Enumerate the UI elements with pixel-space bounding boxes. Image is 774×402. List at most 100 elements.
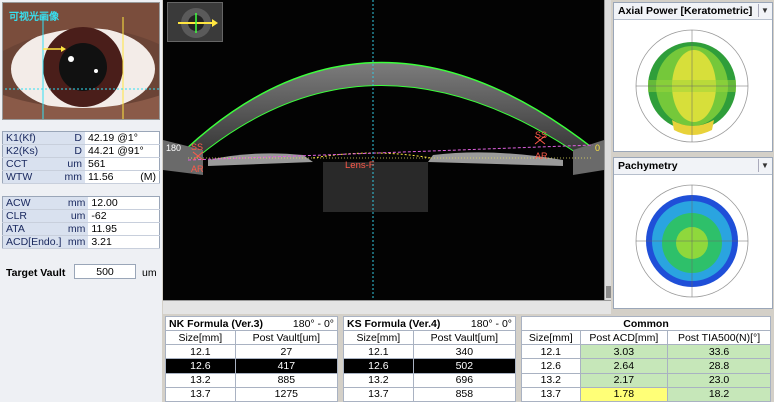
size-cell: 13.2 — [165, 372, 236, 388]
target-vault-label: Target Vault — [6, 267, 66, 279]
measure-key: K2(Ks) — [2, 144, 61, 158]
scrollbar-thumb[interactable] — [606, 286, 611, 298]
size-cell: 13.2 — [343, 372, 414, 388]
post-tia-cell: 18.2 — [667, 386, 771, 402]
table-row[interactable]: 13.2 696 — [343, 372, 517, 388]
target-vault-unit: um — [142, 267, 157, 279]
measure-value-cell: 11.56 (M) — [85, 170, 160, 184]
measure-unit: mm — [64, 235, 89, 249]
post-tia-cell: 33.6 — [667, 344, 771, 360]
column-header: Size[mm] — [165, 330, 236, 346]
oct-vertical-scrollbar[interactable] — [604, 0, 611, 300]
axial-power-map-header[interactable]: Axial Power [Keratometric] ▼ — [614, 3, 772, 20]
column-header: Post Vault[um] — [412, 330, 517, 346]
measure-unit: mm — [64, 196, 89, 210]
eye-photo[interactable]: 可视光画像 — [2, 2, 160, 120]
measure-value: 44.21 @91° — [85, 144, 160, 158]
pachymetry-map-header[interactable]: Pachymetry ▼ — [614, 158, 772, 175]
keratometry-table: K1(Kf) D 42.19 @1° K2(Ks) D 44.21 @91° C… — [2, 131, 160, 184]
column-header: Size[mm] — [521, 330, 581, 346]
scleral-spur-left-label: SS — [191, 142, 204, 152]
measurement-row: WTW mm 11.56 (M) — [2, 170, 160, 184]
nk-formula-table: NK Formula (Ver.3) 180° - 0° Size[mm] Po… — [165, 315, 339, 402]
target-vault-input[interactable] — [74, 264, 136, 279]
size-cell: 13.7 — [343, 386, 414, 402]
measure-key: WTW — [2, 170, 61, 184]
table-row[interactable]: 13.7 1.78 18.2 — [521, 386, 771, 402]
pachymetry-map[interactable] — [614, 175, 772, 307]
ks-formula-table: KS Formula (Ver.4) 180° - 0° Size[mm] Po… — [343, 315, 517, 402]
oct-horizontal-scrollbar[interactable] — [163, 300, 611, 314]
measure-key: ACD[Endo.] — [2, 235, 65, 249]
axial-power-map-title: Axial Power [Keratometric] — [618, 5, 753, 17]
column-header: Post Vault[um] — [234, 330, 339, 346]
vault-cell: 858 — [412, 386, 517, 402]
vault-cell: 340 — [412, 344, 517, 360]
measurement-row: ATA mm 11.95 — [2, 222, 160, 236]
size-cell: 12.1 — [343, 344, 414, 360]
measure-value: -62 — [88, 209, 160, 223]
measure-value: 11.56 — [88, 171, 114, 183]
measurement-row: K1(Kf) D 42.19 @1° — [2, 131, 160, 145]
nk-formula-title: NK Formula (Ver.3) — [169, 317, 263, 330]
common-title: Common — [521, 315, 771, 332]
measure-unit: mm — [60, 170, 85, 184]
measure-key: K1(Kf) — [2, 131, 61, 145]
size-cell: 12.6 — [521, 358, 581, 374]
vault-cell: 502 — [412, 358, 517, 374]
table-row-selected[interactable]: 12.6 502 — [343, 358, 517, 374]
target-vault-group: Target Vault um — [4, 264, 160, 280]
size-cell: 12.1 — [521, 344, 581, 360]
pachymetry-map-title: Pachymetry — [618, 160, 678, 172]
vault-cell: 1275 — [234, 386, 339, 402]
measure-value: 42.19 @1° — [85, 131, 160, 145]
measurement-row: CCT um 561 — [2, 157, 160, 171]
scleral-spur-right-label: SS — [535, 130, 548, 140]
column-header: Post TIA500(N)[°] — [667, 330, 771, 346]
measure-unit: D — [60, 131, 85, 145]
measurement-row: ACD[Endo.] mm 3.21 — [2, 235, 160, 249]
axial-power-map[interactable] — [614, 20, 772, 150]
measure-unit: mm — [64, 222, 89, 236]
pachymetry-map-panel: Pachymetry ▼ — [613, 157, 773, 309]
table-row-selected[interactable]: 12.6 417 — [165, 358, 339, 374]
nk-formula-angle: 180° - 0° — [292, 317, 334, 330]
table-row[interactable]: 13.2 2.17 23.0 — [521, 372, 771, 388]
measure-unit: um — [64, 209, 89, 223]
angle-recess-right-label: AR — [535, 151, 548, 161]
oct-cross-section[interactable]: 180 0 SS AR SS AR Lens-F — [163, 0, 604, 300]
table-row[interactable]: 13.2 885 — [165, 372, 339, 388]
measurement-row: ACW mm 12.00 — [2, 196, 160, 210]
ks-formula-title-cell: KS Formula (Ver.4) 180° - 0° — [343, 315, 516, 332]
measure-key: CCT — [2, 157, 61, 171]
measure-key: ACW — [2, 196, 65, 210]
size-cell: 12.6 — [165, 358, 236, 374]
column-header: Size[mm] — [343, 330, 414, 346]
table-row[interactable]: 13.7 858 — [343, 386, 517, 402]
measure-value: 11.95 — [88, 222, 160, 236]
scan-direction-thumbnail[interactable] — [167, 2, 223, 42]
table-row[interactable]: 12.6 2.64 28.8 — [521, 358, 771, 374]
left-meridian-tick: 180 — [166, 143, 182, 153]
table-row[interactable]: 13.7 1275 — [165, 386, 339, 402]
ks-formula-title: KS Formula (Ver.4) — [347, 317, 441, 330]
measure-value: 3.21 — [88, 235, 160, 249]
vault-cell: 417 — [234, 358, 339, 374]
table-row[interactable]: 12.1 27 — [165, 344, 339, 360]
anterior-chamber-table: ACW mm 12.00 CLR um -62 ATA mm 11.95 ACD… — [2, 196, 160, 249]
vault-cell: 696 — [412, 372, 517, 388]
table-row[interactable]: 12.1 340 — [343, 344, 517, 360]
manual-flag: (M) — [140, 171, 156, 183]
size-cell: 12.6 — [343, 358, 414, 374]
table-row[interactable]: 12.1 3.03 33.6 — [521, 344, 771, 360]
size-cell: 13.7 — [165, 386, 236, 402]
measurement-row: K2(Ks) D 44.21 @91° — [2, 144, 160, 158]
right-meridian-tick: 0 — [595, 143, 601, 153]
column-header: Post ACD[mm] — [579, 330, 669, 346]
measure-value: 561 — [85, 157, 160, 171]
vault-cell: 885 — [234, 372, 339, 388]
common-table: Common Size[mm] Post ACD[mm] Post TIA500… — [521, 315, 771, 402]
measure-unit: um — [60, 157, 85, 171]
chevron-down-icon[interactable]: ▼ — [758, 159, 771, 172]
chevron-down-icon[interactable]: ▼ — [758, 4, 771, 17]
